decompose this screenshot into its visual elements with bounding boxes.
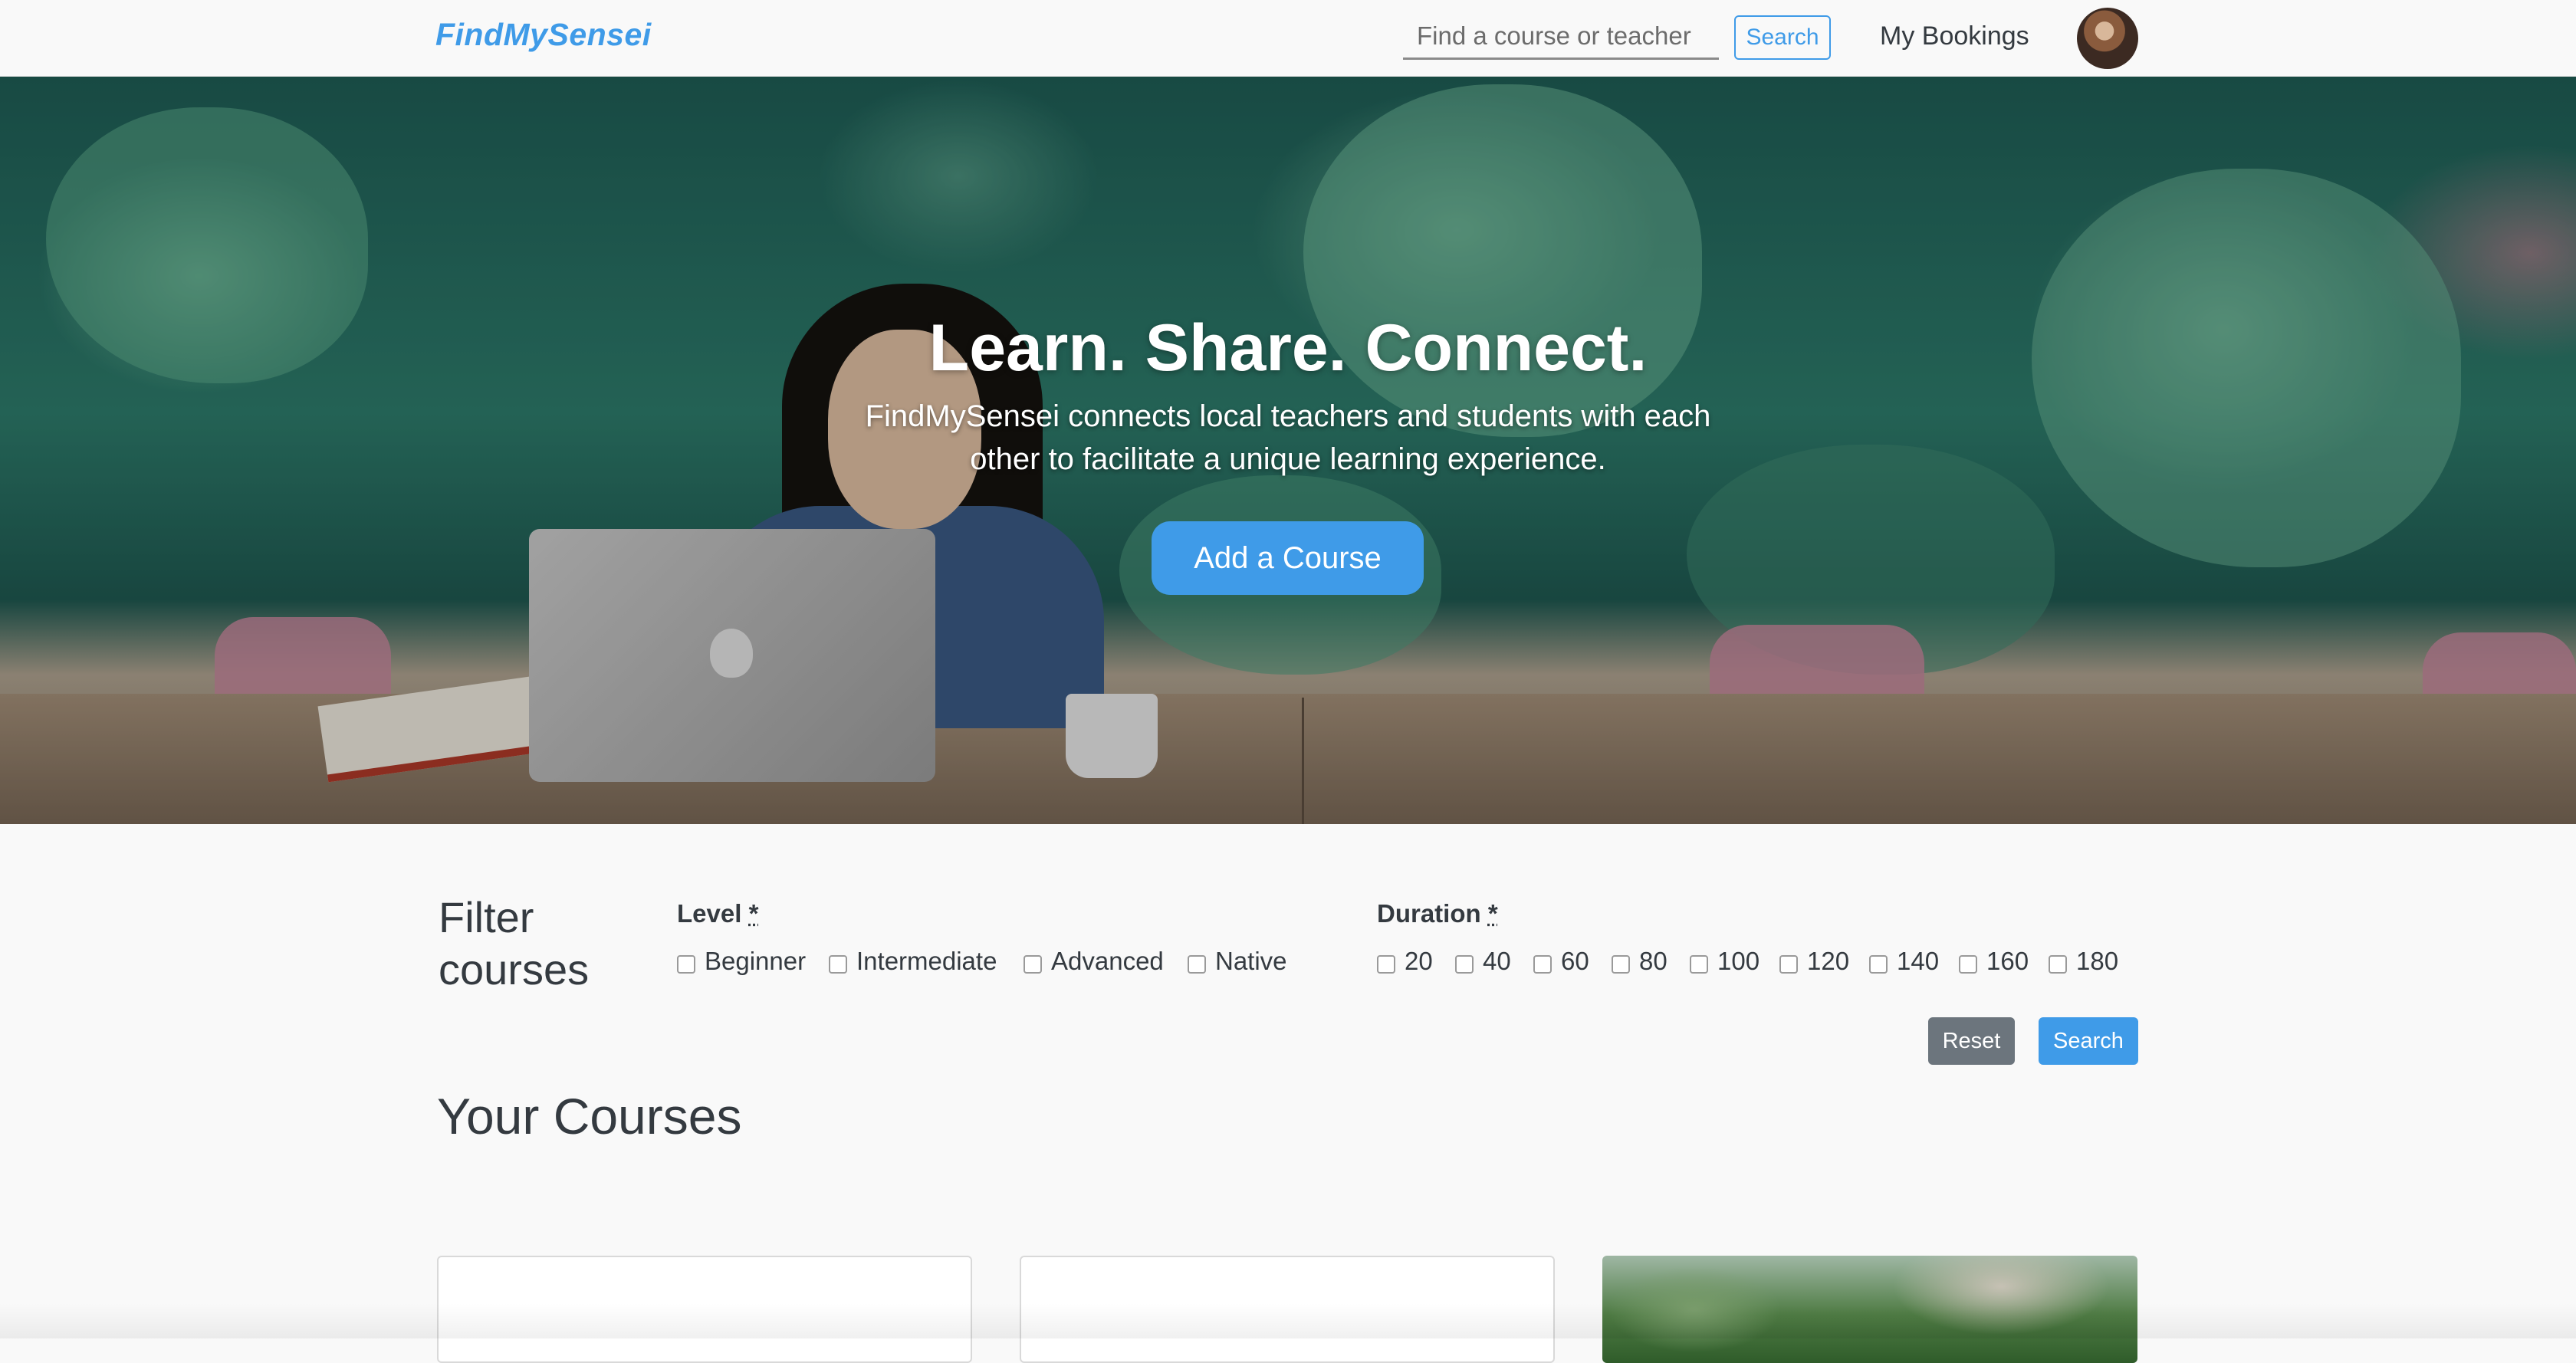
checkbox[interactable] xyxy=(1024,955,1042,974)
brand-logo[interactable]: FindMySensei xyxy=(435,17,652,53)
checkbox[interactable] xyxy=(677,955,695,974)
reset-button[interactable]: Reset xyxy=(1928,1017,2015,1065)
duration-option[interactable]: 160 xyxy=(1959,947,2029,976)
filter-title-line2: courses xyxy=(439,945,590,994)
duration-option-label: 180 xyxy=(2076,947,2119,975)
checkbox[interactable] xyxy=(1690,955,1708,974)
duration-option-label: 40 xyxy=(1483,947,1511,975)
search-input[interactable] xyxy=(1403,14,1719,60)
duration-option-label: 160 xyxy=(1986,947,2029,975)
filter-title-line1: Filter xyxy=(439,893,534,941)
level-label-text: Level xyxy=(677,899,742,928)
duration-option[interactable]: 40 xyxy=(1455,947,1511,976)
level-option[interactable]: Intermediate xyxy=(829,947,997,976)
hero-title: Learn. Share. Connect. xyxy=(928,311,1648,385)
duration-option[interactable]: 80 xyxy=(1612,947,1668,976)
level-option-label: Beginner xyxy=(705,947,807,975)
checkbox[interactable] xyxy=(1612,955,1630,974)
search-button[interactable]: Search xyxy=(1734,15,1831,60)
hero-subtitle: FindMySensei connects local teachers and… xyxy=(865,399,1711,476)
duration-label: Duration * xyxy=(1377,899,1498,928)
checkbox[interactable] xyxy=(1869,955,1888,974)
duration-option-label: 100 xyxy=(1717,947,1760,975)
checkbox[interactable] xyxy=(1959,955,1977,974)
duration-option[interactable]: 20 xyxy=(1377,947,1433,976)
level-option[interactable]: Native xyxy=(1188,947,1287,976)
duration-option-label: 120 xyxy=(1807,947,1850,975)
required-mark: * xyxy=(1487,899,1498,928)
checkbox[interactable] xyxy=(2049,955,2067,974)
avatar[interactable] xyxy=(2077,8,2138,69)
duration-option-label: 60 xyxy=(1561,947,1589,975)
required-mark: * xyxy=(748,899,759,928)
filter-search-button[interactable]: Search xyxy=(2039,1017,2138,1065)
checkbox[interactable] xyxy=(1377,955,1395,974)
checkbox[interactable] xyxy=(1188,955,1206,974)
my-bookings-link[interactable]: My Bookings xyxy=(1880,21,2029,51)
duration-option-label: 80 xyxy=(1639,947,1668,975)
level-option[interactable]: Advanced xyxy=(1024,947,1164,976)
hero-banner: Learn. Share. Connect. FindMySensei conn… xyxy=(0,77,2576,824)
your-courses-title: Your Courses xyxy=(437,1088,742,1145)
checkbox[interactable] xyxy=(1533,955,1552,974)
duration-option-label: 140 xyxy=(1897,947,1940,975)
level-option-label: Intermediate xyxy=(856,947,997,975)
level-option[interactable]: Beginner xyxy=(677,947,806,976)
level-label: Level * xyxy=(677,899,758,928)
duration-option[interactable]: 140 xyxy=(1869,947,1939,976)
checkbox[interactable] xyxy=(1779,955,1798,974)
checkbox[interactable] xyxy=(829,955,847,974)
duration-option[interactable]: 60 xyxy=(1533,947,1589,976)
filter-title: Filter courses xyxy=(439,892,589,996)
add-course-button[interactable]: Add a Course xyxy=(1152,521,1424,595)
level-option-label: Native xyxy=(1215,947,1287,975)
duration-option[interactable]: 120 xyxy=(1779,947,1849,976)
checkbox[interactable] xyxy=(1455,955,1474,974)
duration-option[interactable]: 180 xyxy=(2049,947,2118,976)
duration-label-text: Duration xyxy=(1377,899,1481,928)
navbar: FindMySensei Search My Bookings xyxy=(0,0,2576,77)
level-option-label: Advanced xyxy=(1051,947,1164,975)
duration-option-label: 20 xyxy=(1405,947,1433,975)
duration-option[interactable]: 100 xyxy=(1690,947,1760,976)
page-fade xyxy=(0,1303,2576,1338)
